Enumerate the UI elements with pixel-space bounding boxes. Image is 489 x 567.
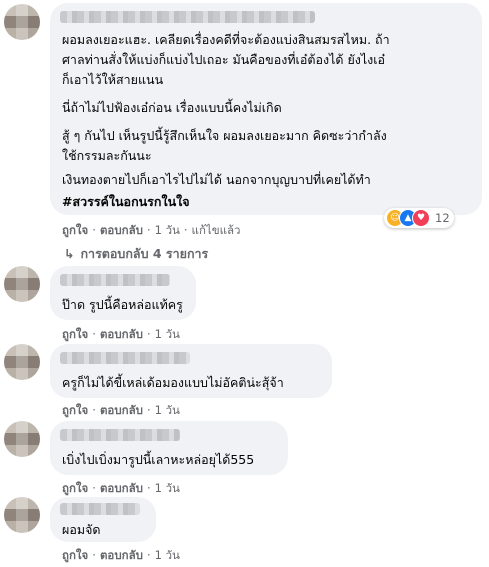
separator: · <box>146 548 151 562</box>
edited-label: แก้ไขแล้ว <box>191 223 241 237</box>
view-replies-label: การตอบกลับ 4 รายการ <box>80 246 209 261</box>
comment-text: เบิ่งไปเบิ่งมารูปนี้เลาหะหล่อยุได้555 <box>62 452 255 467</box>
comment-text: ป๊าด รูปนี้คือหล่อแท้ครู <box>62 297 183 312</box>
reaction-summary[interactable]: ☺ ▲ ♥ 12 <box>384 208 454 228</box>
reply-button[interactable]: ตอบกลับ <box>100 327 143 341</box>
reaction-count: 12 <box>435 211 450 225</box>
comment-bubble: ครูก็ไม่ได้ขี้เหล่เด้อมองแบบไม่อัคติน่ะส… <box>50 344 332 398</box>
comment-text-line: ก็เอาไว้ให้สายแนน <box>62 72 164 87</box>
separator: · <box>92 548 96 562</box>
comment-actions: ถูกใจ · ตอบกลับ · 1 วัน <box>62 547 180 565</box>
separator: · <box>183 223 188 237</box>
comment-actions: ถูกใจ · ตอบกลับ · 1 วัน <box>62 402 180 420</box>
avatar[interactable] <box>4 266 40 302</box>
comment-bubble: ป๊าด รูปนี้คือหล่อแท้ครู <box>50 266 196 320</box>
timestamp[interactable]: 1 วัน <box>155 548 180 562</box>
avatar[interactable] <box>4 497 40 533</box>
like-button[interactable]: ถูกใจ <box>62 548 88 562</box>
comment-bubble: ผอมจัด <box>50 497 156 542</box>
separator: · <box>146 223 151 237</box>
like-button[interactable]: ถูกใจ <box>62 327 88 341</box>
separator: · <box>146 403 151 417</box>
reply-button[interactable]: ตอบกลับ <box>100 403 143 417</box>
avatar[interactable] <box>4 344 40 380</box>
timestamp[interactable]: 1 วัน <box>155 403 180 417</box>
commenter-name[interactable] <box>60 352 190 364</box>
like-button[interactable]: ถูกใจ <box>62 223 88 237</box>
like-button[interactable]: ถูกใจ <box>62 481 88 495</box>
comment-actions: ถูกใจ · ตอบกลับ · 1 วัน · แก้ไขแล้ว <box>62 222 240 240</box>
commenter-name[interactable] <box>60 11 315 23</box>
comment-text-line: นี่ถ้าไม่ไปฟ้องเอ๋ก่อน เรื่องแบบนี้คงไม่… <box>62 100 282 115</box>
like-button[interactable]: ถูกใจ <box>62 403 88 417</box>
reply-arrow-icon: ↳ <box>64 246 75 261</box>
comment-text-line: เงินทองตายไปก็เอาไรไปไม่ได้ นอกจากบุญบาป… <box>62 172 371 187</box>
view-replies-link[interactable]: ↳ การตอบกลับ 4 รายการ <box>64 244 208 264</box>
separator: · <box>92 403 96 417</box>
comment-text-line: ใช้กรรมละกันนะ <box>62 148 152 163</box>
reply-button[interactable]: ตอบกลับ <box>100 548 143 562</box>
separator: · <box>146 327 151 341</box>
avatar[interactable] <box>4 4 40 40</box>
commenter-name[interactable] <box>60 274 170 286</box>
comment-text-line: ศาลท่านสั่งให้แบ่งก็แบ่งไปเถอะ มันคือของ… <box>62 52 386 67</box>
separator: · <box>146 481 151 495</box>
comment-bubble: เบิ่งไปเบิ่งมารูปนี้เลาหะหล่อยุได้555 <box>50 421 288 475</box>
comment-text-line: สู้ ๆ กันไป เห็นรูปนี้รู้สึกเห็นใจ ผอมลง… <box>62 128 387 143</box>
commenter-name[interactable] <box>60 429 180 441</box>
timestamp[interactable]: 1 วัน <box>155 481 180 495</box>
separator: · <box>92 327 96 341</box>
hashtag-link[interactable]: #สวรรค์ในอกนรกในใจ <box>62 193 190 210</box>
comment-bubble: ผอมลงเยอะแฮะ. เคลียดเรื่องคดีที่จะต้องแบ… <box>50 3 482 215</box>
comment-text: ครูก็ไม่ได้ขี้เหล่เด้อมองแบบไม่อัคติน่ะส… <box>62 375 284 390</box>
separator: · <box>92 481 96 495</box>
love-icon: ♥ <box>412 209 430 227</box>
timestamp[interactable]: 1 วัน <box>155 223 180 237</box>
reply-button[interactable]: ตอบกลับ <box>100 223 143 237</box>
comment-actions: ถูกใจ · ตอบกลับ · 1 วัน <box>62 480 180 498</box>
timestamp[interactable]: 1 วัน <box>155 327 180 341</box>
commenter-name[interactable] <box>60 503 140 515</box>
comment-text: ผอมจัด <box>62 522 101 537</box>
avatar[interactable] <box>4 421 40 457</box>
comment-text-line: ผอมลงเยอะแฮะ. เคลียดเรื่องคดีที่จะต้องแบ… <box>62 32 390 47</box>
separator: · <box>92 223 96 237</box>
comment-actions: ถูกใจ · ตอบกลับ · 1 วัน <box>62 326 180 344</box>
reply-button[interactable]: ตอบกลับ <box>100 481 143 495</box>
